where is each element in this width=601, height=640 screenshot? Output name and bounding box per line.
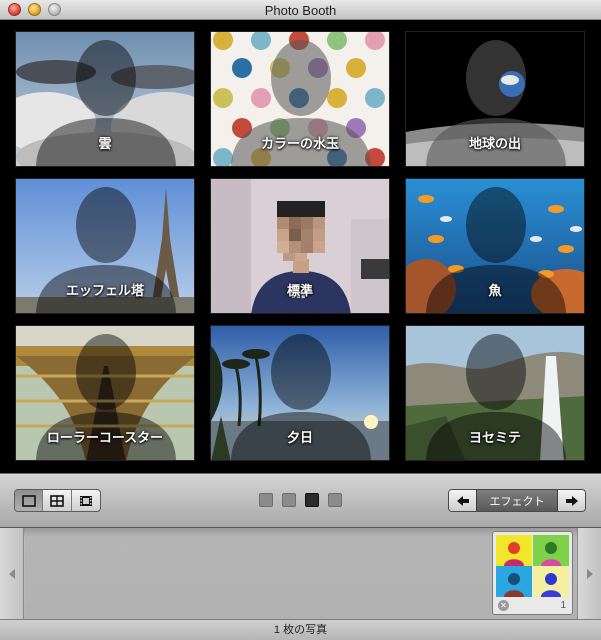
grid-view-icon [50,494,64,507]
page-dot-2[interactable] [282,493,296,507]
arrow-right-icon [565,495,578,506]
effect-label: 雲 [98,136,112,151]
effect-tile-yosemite[interactable]: ヨセミテ [405,325,585,461]
effect-tile-fish[interactable]: 魚 [405,178,585,314]
triangle-left-icon [8,569,15,579]
effect-label: 魚 [488,283,502,298]
effect-tile-color-dots[interactable]: カラーの水玉 [210,31,390,167]
filmstrip-view-button[interactable] [72,490,100,511]
photo-strip-area: ✕ 1 [25,528,576,620]
view-mode-selector [14,489,101,512]
effect-tile-clouds[interactable]: 雲 [15,31,195,167]
effect-label: 地球の出 [468,136,521,151]
photo-thumbnail[interactable]: ✕ 1 [492,531,573,615]
effect-tile-earthrise[interactable]: 地球の出 [405,31,585,167]
effect-label: 標準 [286,283,313,298]
filmstrip-view-icon [79,495,92,506]
delete-photo-icon[interactable]: ✕ [498,600,509,611]
effects-label: エフェクト [476,490,558,511]
effect-tile-normal[interactable]: ▮▮▮ 標準 [210,178,390,314]
triangle-right-icon [586,569,593,579]
effect-label: エッフェル塔 [65,283,144,298]
single-view-icon [21,494,36,507]
previous-effects-button[interactable] [449,490,476,511]
page-dot-1[interactable] [259,493,273,507]
effects-grid: 雲 カラーの水玉 地球の出 エッフェル塔 ▮▮▮ 標準 魚 ローラーコースター … [0,21,601,473]
effects-navigator: エフェクト [448,489,586,512]
strip-scroll-left-button[interactable] [0,528,24,620]
single-view-button[interactable] [15,490,44,511]
title-bar: Photo Booth [0,0,601,20]
grid-view-button[interactable] [43,490,72,511]
effect-label: 夕日 [286,430,313,445]
toolbar: エフェクト [0,473,601,527]
effect-label: ヨセミテ [468,430,521,445]
page-dot-4[interactable] [328,493,342,507]
effect-tile-sunset[interactable]: 夕日 [210,325,390,461]
effect-tile-eiffel-tower[interactable]: エッフェル塔 [15,178,195,314]
effect-tile-roller-coaster[interactable]: ローラーコースター [15,325,195,461]
page-dot-3[interactable] [305,493,319,507]
arrow-left-icon [456,495,469,506]
four-up-photo-image [496,535,569,597]
strip-scroll-right-button[interactable] [577,528,601,620]
photo-strip: ✕ 1 [0,527,601,620]
effect-label: カラーの水玉 [260,136,339,151]
photo-count-badge: 1 [560,600,566,611]
status-bar: 1 枚の写真 [0,619,601,640]
effects-page-indicator [259,493,342,507]
next-effects-button[interactable] [558,490,585,511]
window-title: Photo Booth [264,3,337,18]
effect-label: ローラーコースター [46,430,164,445]
